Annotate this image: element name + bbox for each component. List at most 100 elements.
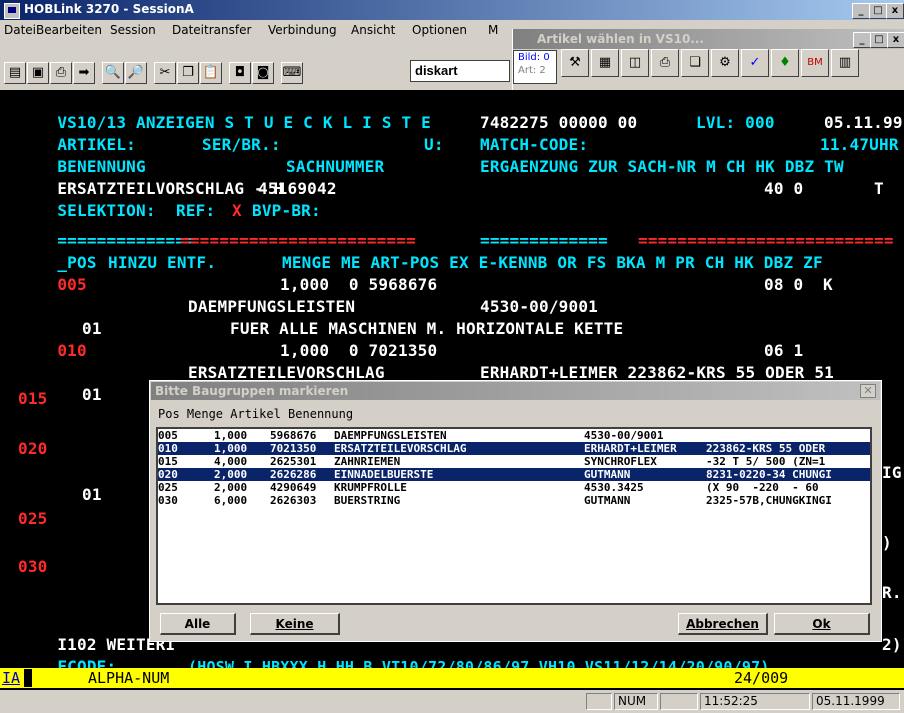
dialog-close-icon[interactable]: ✕ bbox=[860, 384, 876, 398]
status-panel-empty-2 bbox=[660, 693, 698, 710]
list-cell-pos: 010 bbox=[158, 442, 178, 455]
list-cell-artikel: 5968676 bbox=[270, 429, 317, 442]
menu-verbindung[interactable]: Verbindung bbox=[268, 23, 337, 37]
term-column-header: _POS HINZU ENTF. MENGE ME ART-POS EX E-KEN… bbox=[57, 253, 823, 272]
bms-icon[interactable]: BM bbox=[801, 49, 829, 77]
dialog-title: Bitte Baugruppen markieren bbox=[155, 384, 349, 398]
menu-more[interactable]: M bbox=[488, 23, 498, 37]
menu-datei[interactable]: Datei bbox=[4, 23, 36, 37]
settings-icon[interactable]: ⚙ bbox=[711, 49, 739, 77]
keine-button[interactable]: Keine bbox=[250, 613, 340, 635]
window-title: HOBLink 3270 - SessionA bbox=[24, 2, 194, 16]
list-item[interactable]: 025 2,000 4290649 KRUMPFROLLE 4530.3425 (X 90… bbox=[158, 481, 870, 494]
menu-ansicht[interactable]: Ansicht bbox=[351, 23, 395, 37]
list-cell-pos: 030 bbox=[158, 494, 178, 507]
ok-button[interactable]: Ok bbox=[774, 613, 870, 635]
term-line-artikel: ARTIKEL: SER/BR.: U: MATCH-CODE: 11.47UHR bbox=[57, 135, 899, 154]
macro-play-icon[interactable]: ◙ bbox=[252, 62, 274, 84]
list-cell-erg1: GUTMANN bbox=[584, 468, 631, 481]
send-icon[interactable]: ➡ bbox=[73, 62, 95, 84]
copy-icon[interactable]: ❐ bbox=[177, 62, 199, 84]
baugruppen-list[interactable]: 005 1,000 5968676 DAEMPFUNGSLEISTEN 4530-00/… bbox=[156, 427, 872, 605]
bild-counter: Bild: 0 Art: 2 bbox=[513, 50, 557, 84]
term-row-010: 010 1,000 0 7021350 06 1 bbox=[57, 341, 804, 360]
find-next-icon[interactable]: 🔎 bbox=[125, 62, 147, 84]
list-cell-erg1: 4530-00/9001 bbox=[584, 429, 664, 442]
checkmark-icon[interactable]: ✓ bbox=[741, 49, 769, 77]
list-cell-erg1: SYNCHROFLEX bbox=[584, 455, 657, 468]
list-cell-benennung: EINNADELBUERSTE bbox=[334, 468, 434, 481]
list-cell-erg2: -32 T 5/ 500 (ZN=1 bbox=[706, 455, 826, 468]
list-cell-menge: 2,000 bbox=[214, 481, 248, 494]
window-icon[interactable]: ▥ bbox=[831, 49, 859, 77]
list-cell-erg2: (X 90 -220 - 60 bbox=[706, 481, 819, 494]
list-cell-erg1: 4530.3425 bbox=[584, 481, 644, 494]
num-lock-indicator: NUM bbox=[614, 693, 658, 710]
main-title-bar: HOBLink 3270 - SessionA _ □ x bbox=[0, 0, 904, 20]
dialog-title-bar: Bitte Baugruppen markieren ✕ bbox=[151, 382, 880, 400]
print-icon[interactable]: ⎙ bbox=[50, 62, 72, 84]
screen-icon[interactable]: ▦ bbox=[591, 49, 619, 77]
list-cell-benennung: BUERSTRING bbox=[334, 494, 401, 507]
term-line-header: VS10/13 ANZEIGEN S T U E C K L I S T E 74… bbox=[57, 113, 903, 132]
artikel-maximize-icon[interactable]: □ bbox=[870, 32, 888, 48]
list-item[interactable]: 020 2,000 2626286 EINNADELBUERSTE GUTMANN 823… bbox=[158, 468, 870, 481]
preview-icon[interactable]: ◫ bbox=[621, 49, 649, 77]
list-cell-pos: 005 bbox=[158, 429, 178, 442]
macro-record-icon[interactable]: ◘ bbox=[229, 62, 251, 84]
term-separator: ============== ======================== ==… bbox=[57, 231, 894, 250]
term-row-030: 030 bbox=[18, 557, 48, 576]
print2-icon[interactable]: ⎙ bbox=[651, 49, 679, 77]
list-cell-menge: 1,000 bbox=[214, 442, 248, 455]
menu-optionen[interactable]: Optionen bbox=[412, 23, 467, 37]
list-cell-erg1: ERHARDT+LEIMER bbox=[584, 442, 677, 455]
status-panel-empty bbox=[586, 693, 612, 710]
list-cell-benennung: ERSATZTEILEVORSCHLAG bbox=[334, 442, 467, 455]
clock: 11:52:25 bbox=[700, 693, 810, 710]
shield-icon[interactable]: ♦ bbox=[771, 49, 799, 77]
menu-bearbeiten[interactable]: Bearbeiten bbox=[36, 23, 102, 37]
save-icon[interactable]: ▣ bbox=[27, 62, 49, 84]
term-row-015: 015 bbox=[18, 389, 48, 408]
menu-dateitransfer[interactable]: Dateitransfer bbox=[172, 23, 251, 37]
cursor-indicator bbox=[24, 669, 32, 687]
alle-button[interactable]: Alle bbox=[160, 613, 236, 635]
open-icon[interactable]: ▤ bbox=[4, 62, 26, 84]
maximize-icon[interactable]: □ bbox=[869, 3, 887, 19]
list-header: Pos Menge Artikel Benennung bbox=[158, 407, 354, 421]
list-cell-menge: 2,000 bbox=[214, 468, 248, 481]
list-cell-erg2: 8231-0220-34 CHUNGI bbox=[706, 468, 832, 481]
list-cell-menge: 1,000 bbox=[214, 429, 248, 442]
minimize-icon[interactable]: _ bbox=[852, 3, 870, 19]
cursor-position: 24/009 bbox=[734, 669, 789, 687]
find-icon[interactable]: 🔍 bbox=[102, 62, 124, 84]
list-item[interactable]: 010 1,000 7021350 ERSATZTEILEVORSCHLAG ERHAR… bbox=[158, 442, 870, 455]
list-cell-artikel: 7021350 bbox=[270, 442, 317, 455]
list-cell-pos: 015 bbox=[158, 455, 178, 468]
close-icon[interactable]: x bbox=[886, 3, 904, 19]
artikel-close-icon[interactable]: x bbox=[887, 32, 904, 48]
list-item[interactable]: 005 1,000 5968676 DAEMPFUNGSLEISTEN 4530-00/… bbox=[158, 429, 870, 442]
abbrechen-button[interactable]: Abbrechen bbox=[678, 613, 768, 635]
session-mode: IA bbox=[2, 669, 21, 687]
copy2-icon[interactable]: ❏ bbox=[681, 49, 709, 77]
term-row-025: 025 bbox=[18, 509, 48, 528]
list-cell-artikel: 4290649 bbox=[270, 481, 317, 494]
tools-icon[interactable]: ⚒ bbox=[561, 49, 589, 77]
list-cell-erg2: 223862-KRS 55 ODER bbox=[706, 442, 826, 455]
term-line-selektion: SELEKTION: REF: X BVP-BR: bbox=[57, 201, 321, 220]
list-cell-pos: 020 bbox=[158, 468, 178, 481]
keyboard-icon[interactable]: ⌨ bbox=[281, 62, 303, 84]
macro-select[interactable]: diskart bbox=[410, 60, 510, 82]
menu-session[interactable]: Session bbox=[110, 23, 156, 37]
list-item[interactable]: 030 6,000 2626303 BUERSTRING GUTMANN 2325-57B… bbox=[158, 494, 870, 507]
status-bar: NUM 11:52:25 05.11.1999 bbox=[0, 690, 904, 713]
term-row-005-benennung: DAEMPFUNGSLEISTEN 4530-00/9001 bbox=[188, 297, 598, 316]
artikel-window-title-bar: Artikel wählen in VS10... _ □ x bbox=[513, 29, 904, 49]
artikel-minimize-icon[interactable]: _ bbox=[853, 32, 871, 48]
paste-icon[interactable]: 📋 bbox=[200, 62, 222, 84]
cut-icon[interactable]: ✂ bbox=[154, 62, 176, 84]
list-item[interactable]: 015 4,000 2625301 ZAHNRIEMEN SYNCHROFLEX -32 … bbox=[158, 455, 870, 468]
operator-info-area: IA ALPHA-NUM 24/009 bbox=[0, 668, 904, 688]
term-fcode-line: FCODE: (HOSW,I,HBXXX,H,HH,B,VT10/72/80/86… bbox=[57, 657, 770, 676]
